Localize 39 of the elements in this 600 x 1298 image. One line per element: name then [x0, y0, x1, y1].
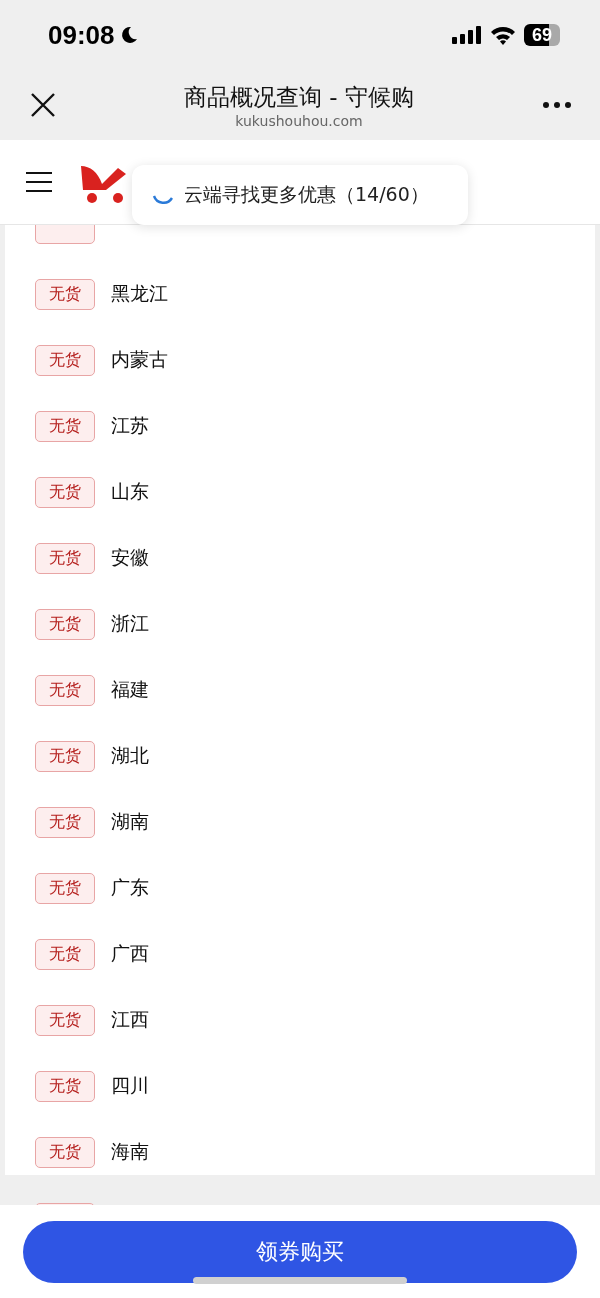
close-icon[interactable] [30, 92, 56, 118]
buy-button[interactable]: 领券购买 [23, 1221, 577, 1283]
stock-badge: 无货 [35, 1004, 95, 1036]
region-name: 广东 [111, 875, 149, 900]
region-name: 山东 [111, 479, 149, 504]
spinner-icon [152, 194, 174, 204]
region-name: 福建 [111, 677, 149, 702]
stock-badge: 无货 [35, 938, 95, 970]
stock-badge: 无货 [35, 476, 95, 508]
stock-badge: 无货 [35, 542, 95, 574]
page-url: kukushouhou.com [235, 112, 363, 129]
stock-badge: 无货 [35, 608, 95, 640]
stock-badge: 无货 [35, 806, 95, 838]
page-title: 商品概况查询 - 守候购 [184, 82, 414, 112]
menu-icon[interactable] [26, 171, 52, 193]
region-name: 江苏 [111, 413, 149, 438]
region-name: 海南 [111, 1139, 149, 1164]
region-name: 内蒙古 [111, 347, 168, 372]
region-name: 安徽 [111, 545, 149, 570]
region-name: 广西 [111, 941, 149, 966]
region-name: 浙江 [111, 611, 149, 636]
region-name: 黑龙江 [111, 281, 168, 306]
region-name: 江西 [111, 1007, 149, 1032]
region-name: 四川 [111, 1073, 149, 1098]
stock-badge: 无货 [35, 1136, 95, 1168]
stock-badge: 无货 [35, 410, 95, 442]
status-time: 09:08 [48, 19, 115, 51]
wifi-icon [490, 25, 516, 45]
region-name: 湖北 [111, 743, 149, 768]
more-icon[interactable] [542, 101, 572, 109]
stock-badge: 无货 [35, 278, 95, 310]
toast-text: 云端寻找更多优惠（14/60） [184, 182, 429, 207]
stock-badge: 无货 [35, 740, 95, 772]
signal-icon [452, 25, 482, 45]
stock-badge: 无货 [35, 872, 95, 904]
stock-badge: 无货 [35, 674, 95, 706]
stock-badge: 无货 [35, 1070, 95, 1102]
stock-badge: 无货 [35, 344, 95, 376]
region-name: 湖南 [111, 809, 149, 834]
